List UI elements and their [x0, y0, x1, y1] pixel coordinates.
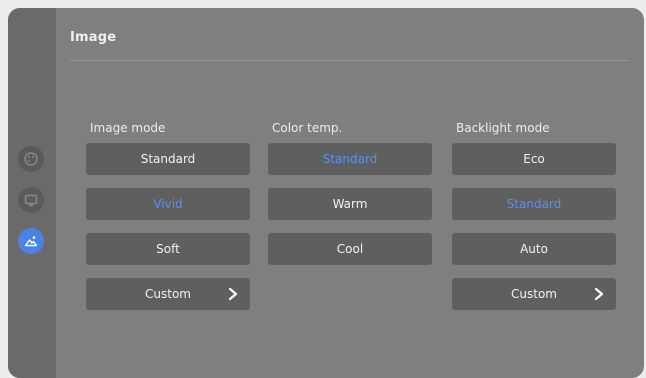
- backlight-custom-label: Custom: [511, 287, 557, 301]
- backlight-custom-button[interactable]: Custom: [452, 278, 616, 310]
- color-temp-cool-button[interactable]: Cool: [268, 233, 432, 265]
- image-mode-soft-button[interactable]: Soft: [86, 233, 250, 265]
- chevron-right-icon: [228, 287, 238, 301]
- color-temp-standard-button[interactable]: Standard: [268, 143, 432, 175]
- color-temp-label: Color temp.: [272, 121, 343, 135]
- image-mode-label: Image mode: [90, 121, 166, 135]
- divider: [70, 60, 630, 61]
- image-mode-vivid-button[interactable]: Vivid: [86, 188, 250, 220]
- sidebar: [8, 8, 56, 378]
- screen-icon: [24, 194, 38, 207]
- picture-icon: [24, 236, 38, 247]
- image-mode-standard-button[interactable]: Standard: [86, 143, 250, 175]
- backlight-standard-button[interactable]: Standard: [452, 188, 616, 220]
- sidebar-item-screen[interactable]: [18, 187, 44, 213]
- sidebar-item-image[interactable]: [18, 228, 44, 254]
- backlight-auto-button[interactable]: Auto: [452, 233, 616, 265]
- settings-window: Image Image mode Standard Vivid Soft Cus…: [8, 8, 644, 378]
- chevron-right-icon: [594, 287, 604, 301]
- backlight-mode-label: Backlight mode: [456, 121, 550, 135]
- image-mode-custom-button[interactable]: Custom: [86, 278, 250, 310]
- color-temp-warm-button[interactable]: Warm: [268, 188, 432, 220]
- backlight-eco-button[interactable]: Eco: [452, 143, 616, 175]
- sidebar-item-palette[interactable]: [18, 146, 44, 172]
- page-title: Image: [70, 30, 117, 45]
- image-mode-custom-label: Custom: [145, 287, 191, 301]
- palette-icon: [24, 152, 38, 166]
- main-panel: Image Image mode Standard Vivid Soft Cus…: [56, 8, 644, 378]
